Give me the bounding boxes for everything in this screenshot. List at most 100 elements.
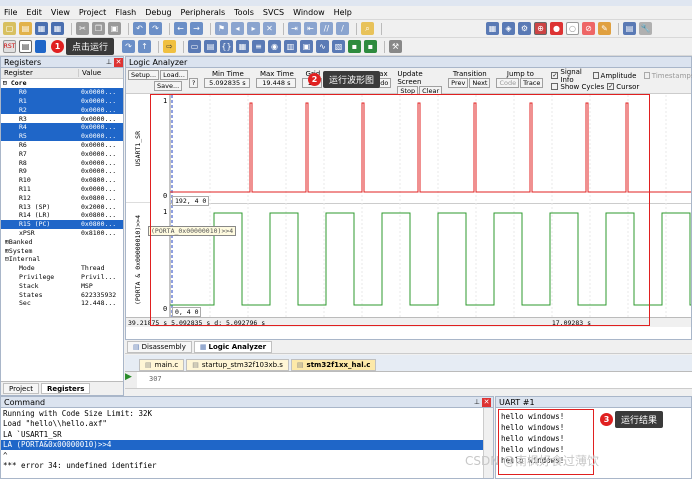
bookmark-prev-icon[interactable]: ◂ (231, 22, 244, 35)
menu-item-file[interactable]: File (4, 8, 17, 17)
step-over-icon[interactable]: ↷ (122, 40, 136, 53)
command-window-icon[interactable]: ▭ (188, 40, 202, 53)
command-output[interactable]: Running with Code Size Limit: 32K Load "h… (1, 408, 493, 471)
manage-icon[interactable]: ◈ (502, 22, 515, 35)
save-all-icon[interactable]: ▦ (51, 22, 64, 35)
register-group[interactable]: ⊞ Banked (1, 237, 123, 246)
save-icon[interactable]: ▦ (35, 22, 48, 35)
options-icon[interactable]: ⚙ (518, 22, 531, 35)
comment-icon[interactable]: // (320, 22, 333, 35)
tools-icon[interactable]: ✎ (598, 22, 611, 35)
new-file-icon[interactable]: ▢ (3, 22, 16, 35)
menu-item-project[interactable]: Project (79, 8, 106, 17)
menu-item-flash[interactable]: Flash (115, 8, 136, 17)
internal-row[interactable]: Mode Thread (1, 264, 123, 273)
signal-2-label-cell[interactable]: (PORTA & 0x00000010)>>4 (126, 204, 150, 316)
internal-row[interactable]: Sec 12.448... (1, 299, 123, 308)
register-row[interactable]: R15 (PC) 0x0800... (1, 219, 123, 229)
register-row[interactable]: R13 (SP) 0x2000... (1, 202, 123, 211)
call-stack-icon[interactable]: ≡ (252, 40, 266, 53)
tab-logic-analyzer[interactable]: ▦ Logic Analyzer (193, 340, 273, 353)
tab-disassembly[interactable]: ▤ Disassembly (127, 340, 192, 353)
setup-button[interactable]: Setup... (128, 70, 160, 80)
register-row[interactable]: R12 0x0800... (1, 193, 123, 202)
reset-icon[interactable]: RST (3, 40, 16, 53)
menu-item-edit[interactable]: Edit (26, 8, 42, 17)
undo-icon[interactable]: ↶ (133, 22, 146, 35)
memory-window-icon[interactable]: ▥ (284, 40, 298, 53)
uncomment-icon[interactable]: / (336, 22, 349, 35)
step-out-icon[interactable]: ↑ (138, 40, 152, 53)
file-tab[interactable]: ▤ stm32f1xx_hal.c (290, 359, 377, 371)
disassembly-window-icon[interactable]: ▤ (204, 40, 218, 53)
trace-button[interactable]: Trace (520, 78, 544, 88)
system-viewer-icon[interactable]: ▪ (348, 40, 362, 53)
close-icon[interactable]: ✕ (114, 57, 123, 67)
analysis-window-icon[interactable]: ∿ (316, 40, 330, 53)
register-row[interactable]: R4 0x0000... (1, 122, 123, 132)
menu-item-debug[interactable]: Debug (145, 8, 171, 17)
editor-area[interactable]: ▶ 307 (125, 371, 692, 397)
register-row[interactable]: R8 0x0000... (1, 158, 123, 167)
watch-window-icon[interactable]: ◉ (268, 40, 282, 53)
file-tab[interactable]: ▤ startup_stm32f103xb.s (186, 359, 289, 371)
internal-row[interactable]: States 622335932 (1, 290, 123, 299)
next-button[interactable]: Next (469, 78, 491, 88)
load-button[interactable]: Load... (160, 70, 188, 80)
register-row[interactable]: R7 0x0000... (1, 149, 123, 158)
register-row[interactable]: R6 0x0000... (1, 141, 123, 150)
register-row[interactable]: R14 (LR) 0x0800... (1, 211, 123, 220)
register-row[interactable]: R5 0x0000... (1, 131, 123, 141)
menu-item-help[interactable]: Help (334, 8, 352, 17)
register-row[interactable]: R1 0x0000... (1, 96, 123, 106)
menu-item-peripherals[interactable]: Peripherals (181, 8, 226, 17)
register-row[interactable]: R10 0x0800... (1, 176, 123, 185)
window-icon[interactable]: ▤ (623, 22, 636, 35)
run-icon[interactable]: ▤ (19, 40, 32, 53)
menu-item-tools[interactable]: Tools (234, 8, 254, 17)
command-close-icon[interactable]: ✕ (482, 397, 491, 407)
register-row[interactable]: R11 0x0000... (1, 185, 123, 194)
toolbox-icon[interactable]: ▪ (364, 40, 378, 53)
register-row[interactable]: R3 0x0000... (1, 114, 123, 123)
editor-scrollbar[interactable] (125, 388, 692, 396)
redo-icon[interactable]: ↷ (149, 22, 162, 35)
core-group[interactable]: ⊟ Core (1, 79, 123, 88)
copy-icon[interactable]: ❐ (92, 22, 105, 35)
register-row[interactable]: R0 0x0000... (1, 87, 123, 97)
help-button[interactable]: ? (188, 78, 199, 88)
register-row[interactable]: R9 0x0000... (1, 167, 123, 176)
timestamps-checkbox[interactable] (644, 72, 650, 79)
nav-back-icon[interactable]: ← (174, 22, 187, 35)
signal-1-label-cell[interactable]: USART1_SR (126, 95, 150, 203)
prev-button[interactable]: Prev (448, 78, 469, 88)
command-pin-icon[interactable]: ⊥ (474, 398, 480, 406)
file-tab[interactable]: ▤ main.c (139, 359, 185, 371)
breakpoint-disable-icon[interactable]: ○ (566, 22, 579, 35)
menu-item-view[interactable]: View (51, 8, 70, 17)
register-group[interactable]: ⊟ Internal (1, 255, 123, 264)
config-icon[interactable]: ▦ (486, 22, 499, 35)
bookmark-next-icon[interactable]: ▸ (247, 22, 260, 35)
register-row[interactable]: xPSR 0x8100... (1, 229, 123, 238)
show-next-statement-icon[interactable]: ⇨ (163, 40, 177, 53)
show-cycles-checkbox[interactable] (551, 83, 559, 90)
register-row[interactable]: R2 0x0000... (1, 105, 123, 115)
tab-registers[interactable]: Registers (40, 383, 91, 394)
registers-window-icon[interactable]: ▦ (236, 40, 250, 53)
internal-row[interactable]: Privilege Privil... (1, 273, 123, 282)
menu-item-svcs[interactable]: SVCS (263, 8, 284, 17)
code-button[interactable]: Code (496, 78, 520, 88)
pin-icon[interactable]: ⊥ (106, 58, 112, 66)
indent-icon[interactable]: ⇥ (288, 22, 301, 35)
debug-settings-icon[interactable]: ⚒ (389, 40, 403, 53)
breakpoint-clear-icon[interactable]: ⊘ (582, 22, 595, 35)
bookmark-clear-icon[interactable]: ✕ (263, 22, 276, 35)
wrench-icon[interactable]: 🔧 (639, 22, 652, 35)
bookmark-icon[interactable]: ⚑ (215, 22, 228, 35)
open-file-icon[interactable]: ▤ (19, 22, 32, 35)
cut-icon[interactable]: ✂ (76, 22, 89, 35)
cursor-checkbox[interactable]: ✓ (607, 83, 615, 90)
internal-row[interactable]: Stack MSP (1, 281, 123, 290)
breakpoint-icon[interactable]: ● (550, 22, 563, 35)
